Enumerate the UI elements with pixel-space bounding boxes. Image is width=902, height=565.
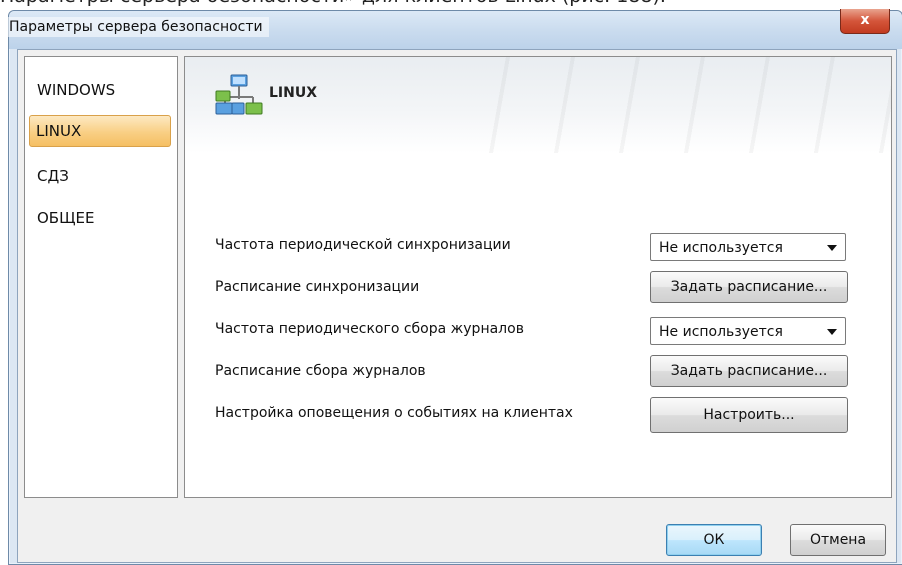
window-title: Параметры сервера безопасности	[3, 17, 269, 37]
section-nav: WINDOWS LINUX СДЗ ОБЩЕЕ	[24, 56, 178, 498]
sync-frequency-value: Не используется	[659, 240, 783, 256]
ok-button[interactable]: ОК	[666, 524, 762, 556]
log-collection-schedule-button[interactable]: Задать расписание...	[650, 355, 848, 387]
log-collection-schedule-label: Расписание сбора журналов	[215, 363, 426, 379]
section-title: LINUX	[269, 85, 318, 101]
client-event-notification-label: Настройка оповещения о событиях на клиен…	[215, 405, 573, 421]
cancel-button[interactable]: Отмена	[790, 524, 886, 556]
chevron-down-icon	[827, 329, 837, 335]
section-header: LINUX	[185, 57, 891, 153]
security-server-settings-dialog: Параметры сервера безопасности x WINDOWS…	[3, 9, 902, 565]
nav-item-label: LINUX	[36, 122, 82, 140]
nav-item-label: WINDOWS	[37, 81, 116, 99]
log-collection-frequency-value: Не используется	[659, 324, 783, 340]
log-collection-frequency-label: Частота периодического сбора журналов	[215, 321, 524, 337]
network-computers-icon	[215, 74, 263, 115]
nav-item-label: СДЗ	[37, 167, 69, 185]
dialog-client-area: WINDOWS LINUX СДЗ ОБЩЕЕ LINUX Частота пе…	[17, 49, 897, 563]
sync-schedule-button[interactable]: Задать расписание...	[650, 271, 848, 303]
log-collection-frequency-select[interactable]: Не используется	[650, 317, 846, 345]
nav-item-linux[interactable]: LINUX	[29, 115, 171, 147]
nav-item-label: ОБЩЕЕ	[37, 209, 95, 227]
configure-notification-button[interactable]: Настроить...	[650, 397, 848, 433]
document-header-text: Параметры сервера безопасности» для клие…	[0, 0, 902, 8]
close-button[interactable]: x	[840, 9, 890, 34]
chevron-down-icon	[827, 245, 837, 251]
sync-schedule-label: Расписание синхронизации	[215, 279, 420, 295]
nav-item-general[interactable]: ОБЩЕЕ	[31, 203, 171, 233]
nav-item-windows[interactable]: WINDOWS	[31, 75, 171, 105]
close-icon: x	[860, 12, 870, 28]
sync-frequency-select[interactable]: Не используется	[650, 233, 846, 261]
nav-item-sdz[interactable]: СДЗ	[31, 161, 171, 191]
sync-frequency-label: Частота периодической синхронизации	[215, 237, 511, 253]
title-bar[interactable]: Параметры сервера безопасности x	[3, 9, 902, 49]
section-content: LINUX Частота периодической синхронизаци…	[184, 56, 892, 498]
